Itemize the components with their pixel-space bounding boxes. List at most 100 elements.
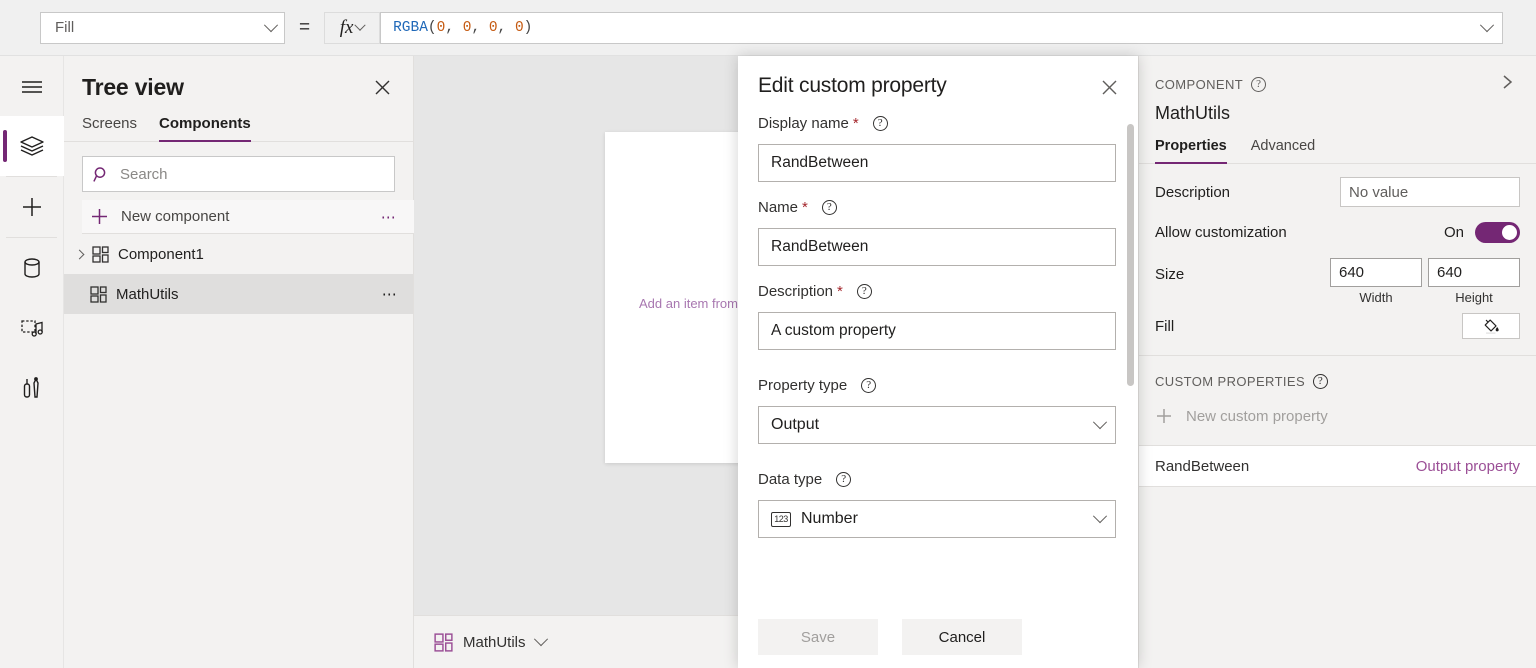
property-selector[interactable]: Fill: [40, 12, 285, 44]
property-selector-label: Fill: [55, 19, 266, 36]
label-text: Display name: [758, 115, 849, 132]
formula-paren-open: (: [428, 20, 437, 36]
display-name-input[interactable]: RandBetween: [758, 144, 1116, 182]
height-caption: Height: [1428, 290, 1520, 305]
fill-color-button[interactable]: [1462, 313, 1520, 339]
new-component-label: New component: [121, 208, 369, 225]
custom-property-kind: Output property: [1416, 458, 1520, 475]
save-button[interactable]: Save: [758, 619, 878, 655]
sidebar-item-insert[interactable]: [0, 177, 64, 237]
input-value: A custom property: [771, 322, 896, 340]
close-icon[interactable]: [1096, 74, 1122, 100]
hamburger-menu-icon[interactable]: [0, 56, 64, 116]
tree-item-label: Component1: [118, 246, 399, 263]
help-icon[interactable]: ?: [1313, 374, 1328, 389]
custom-property-name: RandBetween: [1155, 458, 1416, 475]
component-icon: [92, 246, 109, 263]
search-input[interactable]: Search: [82, 156, 395, 192]
status-component-name: MathUtils: [463, 634, 526, 651]
height-input[interactable]: 640: [1428, 258, 1520, 287]
field-data-type: Data type ? 123 Number: [758, 468, 1116, 538]
tab-advanced[interactable]: Advanced: [1251, 138, 1316, 163]
help-icon[interactable]: ?: [836, 472, 851, 487]
number-type-icon: 123: [771, 512, 791, 527]
tab-properties[interactable]: Properties: [1155, 138, 1227, 163]
dialog-header: Edit custom property: [738, 56, 1138, 100]
input-value: RandBetween: [771, 238, 868, 256]
toggle-knob: [1502, 225, 1517, 240]
tree-view-panel: Tree view Screens Components Search New …: [64, 56, 414, 668]
new-custom-property-button[interactable]: New custom property: [1139, 389, 1536, 425]
fill-label: Fill: [1155, 318, 1462, 335]
sidebar-item-data[interactable]: [0, 238, 64, 298]
tree-item-component1[interactable]: Component1: [64, 234, 413, 274]
data-type-label: Data type ?: [758, 468, 1116, 490]
sidebar-item-tools[interactable]: [0, 358, 64, 418]
fx-label: fx: [340, 17, 354, 39]
tab-components[interactable]: Components: [159, 115, 251, 141]
name-label: Name * ?: [758, 196, 1116, 218]
sidebar-item-media[interactable]: [0, 298, 64, 358]
help-icon[interactable]: ?: [822, 200, 837, 215]
allow-customization-toggle[interactable]: [1475, 222, 1520, 243]
search-placeholder: Search: [120, 166, 168, 183]
formula-expand-chevron-icon[interactable]: [1480, 18, 1494, 32]
new-component-button[interactable]: New component ⋯: [82, 200, 414, 234]
dialog-title: Edit custom property: [758, 74, 1096, 98]
width-input[interactable]: 640: [1330, 258, 1422, 287]
paint-bucket-icon: [1483, 318, 1500, 335]
description-label: Description: [1155, 184, 1340, 201]
required-asterisk: *: [837, 283, 843, 300]
tree-item-label: MathUtils: [116, 286, 373, 303]
tree-item-mathutils[interactable]: MathUtils ⋯: [64, 274, 413, 314]
description-placeholder: No value: [1349, 184, 1408, 201]
formula-paren-close: ): [524, 20, 533, 36]
description-row: Description No value: [1139, 172, 1536, 212]
description-input[interactable]: No value: [1340, 177, 1520, 207]
allow-customization-label: Allow customization: [1155, 224, 1444, 241]
property-type-select[interactable]: Output: [758, 406, 1116, 444]
powerapps-studio: Fill = fx RGBA(0, 0, 0, 0): [0, 0, 1536, 668]
help-icon[interactable]: ?: [857, 284, 872, 299]
chevron-down-icon: [1093, 509, 1107, 523]
sidebar-item-tree-view[interactable]: [0, 116, 64, 176]
tab-screens[interactable]: Screens: [82, 115, 137, 141]
cancel-button[interactable]: Cancel: [902, 619, 1022, 655]
field-description: Description * ? A custom property: [758, 280, 1116, 350]
name-input[interactable]: RandBetween: [758, 228, 1116, 266]
properties-panel-header: COMPONENT ?: [1139, 56, 1536, 97]
description-input[interactable]: A custom property: [758, 312, 1116, 350]
expand-panel-icon[interactable]: [1495, 72, 1520, 97]
data-type-select[interactable]: 123 Number: [758, 500, 1116, 538]
help-icon[interactable]: ?: [861, 378, 876, 393]
formula-input[interactable]: RGBA(0, 0, 0, 0): [380, 12, 1503, 44]
close-icon[interactable]: [369, 75, 395, 101]
component-icon: [434, 633, 453, 652]
panel-kicker: COMPONENT: [1155, 77, 1243, 92]
new-component-overflow-icon[interactable]: ⋯: [381, 208, 398, 226]
layers-icon: [19, 134, 45, 158]
height-value: 640: [1437, 264, 1462, 281]
chevron-right-icon[interactable]: [75, 249, 85, 259]
formula-arg-3: 0: [515, 20, 524, 36]
width-group: 640 Width: [1330, 258, 1422, 305]
custom-properties-header: CUSTOM PROPERTIES ?: [1139, 356, 1536, 389]
selected-value: Output: [771, 416, 1085, 434]
search-icon: [93, 166, 110, 183]
properties-panel: COMPONENT ? MathUtils Properties Advance…: [1138, 56, 1536, 668]
formula-text: RGBA(0, 0, 0, 0): [393, 20, 1482, 36]
tree-item-overflow-icon[interactable]: ⋯: [382, 285, 399, 303]
custom-property-row[interactable]: RandBetween Output property: [1139, 445, 1536, 487]
allow-customization-toggle-wrap: On: [1444, 222, 1520, 243]
required-asterisk: *: [802, 199, 808, 216]
size-row: Size 640 Width 640 Height: [1139, 252, 1536, 305]
fx-button[interactable]: fx: [324, 12, 380, 44]
description-label: Description * ?: [758, 280, 1116, 302]
scrollbar-thumb[interactable]: [1127, 124, 1134, 386]
dialog-scrollbar[interactable]: [1127, 124, 1134, 594]
chevron-down-icon[interactable]: [533, 632, 547, 646]
help-icon[interactable]: ?: [1251, 77, 1266, 92]
custom-properties-title: CUSTOM PROPERTIES: [1155, 374, 1305, 389]
required-asterisk: *: [853, 115, 859, 132]
help-icon[interactable]: ?: [873, 116, 888, 131]
